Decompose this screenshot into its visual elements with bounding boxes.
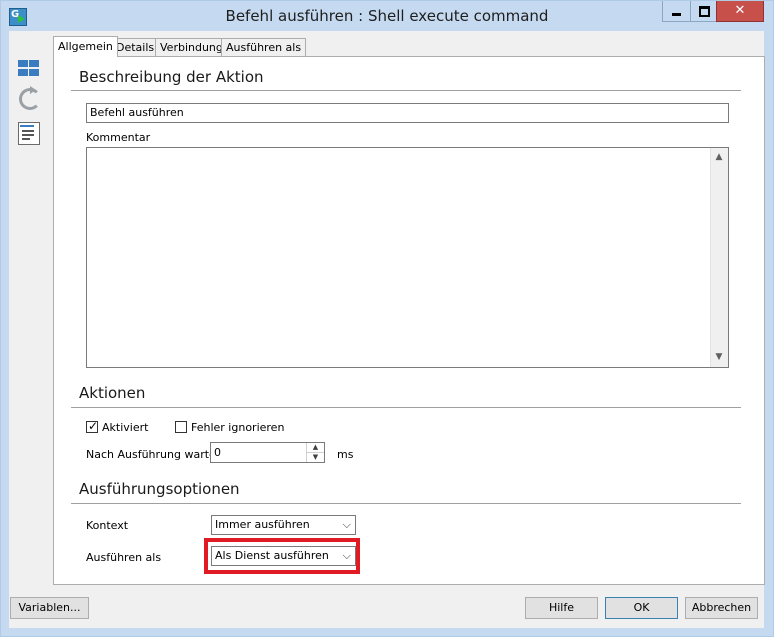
- scroll-up-icon[interactable]: ▲: [715, 153, 723, 162]
- section-title-description: Beschreibung der Aktion: [79, 68, 264, 86]
- ignore-errors-checkbox[interactable]: [175, 421, 187, 433]
- close-button[interactable]: ✕: [716, 1, 764, 22]
- section-divider: [71, 407, 741, 408]
- tab-ausfuehren-als[interactable]: Ausführen als: [221, 38, 307, 56]
- tab-verbindung[interactable]: Verbindung: [155, 38, 228, 56]
- grid-icon[interactable]: [17, 57, 41, 81]
- minimize-button[interactable]: [662, 1, 690, 22]
- window-title: Befehl ausführen : Shell execute command: [225, 7, 549, 25]
- context-label: Kontext: [86, 519, 129, 532]
- ok-button[interactable]: OK: [605, 597, 678, 619]
- list-icon[interactable]: [17, 122, 41, 146]
- maximize-button[interactable]: [690, 1, 717, 22]
- section-title-actions: Aktionen: [79, 384, 146, 402]
- section-divider: [71, 90, 741, 91]
- wait-ms-stepper[interactable]: 0 ▲ ▼: [210, 442, 325, 463]
- help-button[interactable]: Hilfe: [525, 597, 598, 619]
- stepper-up-icon[interactable]: ▲: [307, 443, 324, 453]
- stepper-buttons: ▲ ▼: [306, 443, 324, 462]
- dialog-window: G Befehl ausführen : Shell execute comma…: [0, 0, 774, 637]
- title-bar[interactable]: G Befehl ausführen : Shell execute comma…: [1, 1, 773, 31]
- wait-label: Nach Ausführung warten: [86, 448, 223, 461]
- refresh-icon[interactable]: [17, 86, 41, 110]
- action-name-field[interactable]: Befehl ausführen: [86, 103, 729, 123]
- activated-checkbox[interactable]: ✓: [86, 419, 99, 433]
- minimize-icon: [672, 13, 681, 16]
- sidebar: [9, 31, 49, 586]
- run-as-highlight-box: [204, 538, 360, 574]
- context-select[interactable]: Immer ausführen ⌵: [211, 515, 356, 535]
- close-icon: ✕: [734, 3, 746, 18]
- run-as-label: Ausführen als: [86, 551, 162, 564]
- activated-label: Aktiviert: [102, 421, 149, 434]
- tab-details[interactable]: Details: [111, 38, 160, 56]
- tab-panel-allgemein: Beschreibung der Aktion Befehl ausführen…: [53, 56, 765, 585]
- stepper-down-icon[interactable]: ▼: [307, 453, 324, 462]
- wait-unit-label: ms: [337, 448, 354, 461]
- section-title-options: Ausführungsoptionen: [79, 480, 240, 498]
- comment-scrollbar[interactable]: ▲ ▼: [710, 148, 728, 367]
- tab-allgemein[interactable]: Allgemein: [53, 36, 118, 57]
- comment-label: Kommentar: [86, 131, 151, 144]
- context-value: Immer ausführen: [215, 518, 310, 531]
- maximize-icon: [699, 6, 710, 17]
- wait-value: 0: [214, 446, 221, 459]
- comment-textarea[interactable]: ▲ ▼: [86, 147, 729, 368]
- check-icon: ✓: [88, 419, 99, 433]
- section-divider: [71, 503, 741, 504]
- chevron-down-icon: ⌵: [342, 518, 351, 531]
- variables-button[interactable]: Variablen...: [10, 597, 89, 619]
- ignore-errors-label: Fehler ignorieren: [191, 421, 285, 434]
- scroll-down-icon[interactable]: ▼: [715, 353, 723, 362]
- cancel-button[interactable]: Abbrechen: [685, 597, 758, 619]
